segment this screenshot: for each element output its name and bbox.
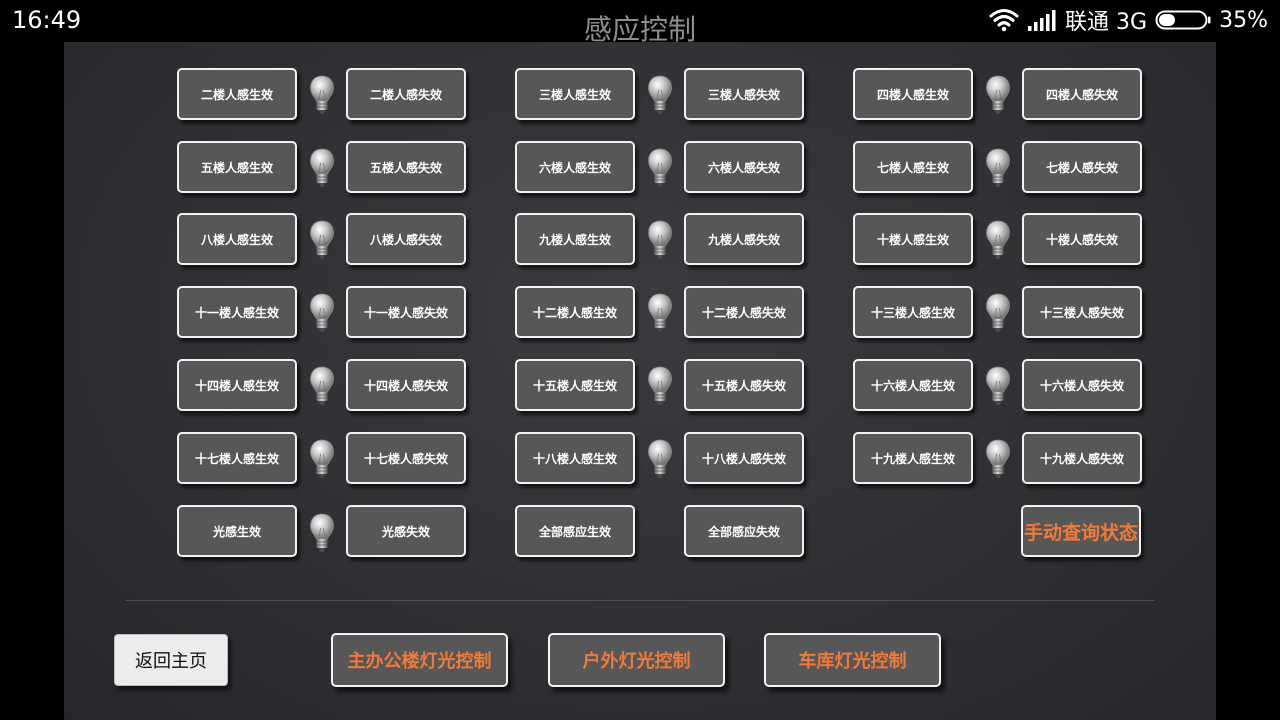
light-bulb-icon	[309, 438, 335, 480]
light-bulb-icon	[985, 219, 1011, 261]
light-bulb-icon	[647, 365, 673, 407]
light-bulb-icon	[647, 219, 673, 261]
battery-percent: 35%	[1219, 7, 1268, 33]
wifi-icon	[989, 8, 1019, 32]
floor-sensor-off-button[interactable]: 十八楼人感失效	[684, 432, 804, 484]
light-bulb-icon	[647, 147, 673, 189]
floor-sensor-on-button[interactable]: 十五楼人感生效	[515, 359, 635, 411]
floor-sensor-off-button[interactable]: 八楼人感失效	[346, 213, 466, 265]
floor-sensor-on-button[interactable]: 六楼人感生效	[515, 141, 635, 193]
signal-icon	[1027, 9, 1057, 31]
floor-sensor-on-button[interactable]: 十一楼人感生效	[177, 286, 297, 338]
return-home-button[interactable]: 返回主页	[114, 634, 228, 686]
light-bulb-icon	[309, 365, 335, 407]
status-icons: 联通 3G 35%	[989, 6, 1268, 35]
floor-sensor-on-button[interactable]: 十八楼人感生效	[515, 432, 635, 484]
main-building-lighting-button[interactable]: 主办公楼灯光控制	[331, 633, 508, 687]
floor-sensor-off-button[interactable]: 十四楼人感失效	[346, 359, 466, 411]
floor-sensor-off-button[interactable]: 九楼人感失效	[684, 213, 804, 265]
light-bulb-icon	[985, 438, 1011, 480]
floor-sensor-off-button[interactable]: 五楼人感失效	[346, 141, 466, 193]
outdoor-lighting-button[interactable]: 户外灯光控制	[548, 633, 725, 687]
sensor-control-panel: 二楼人感生效 二楼人感失效 三楼人感生效 三楼人感失效 四楼人感生效 四楼人感失效五楼人感…	[64, 42, 1216, 720]
carrier-label: 联通 3G	[1065, 10, 1148, 35]
floor-sensor-off-button[interactable]: 七楼人感失效	[1022, 141, 1142, 193]
floor-sensor-on-button[interactable]: 七楼人感生效	[853, 141, 973, 193]
battery-icon	[1155, 9, 1211, 31]
light-bulb-icon	[309, 512, 335, 554]
floor-sensor-off-button[interactable]: 二楼人感失效	[346, 68, 466, 120]
floor-sensor-on-button[interactable]: 十二楼人感生效	[515, 286, 635, 338]
garage-lighting-button[interactable]: 车库灯光控制	[764, 633, 941, 687]
floor-sensor-on-button[interactable]: 四楼人感生效	[853, 68, 973, 120]
light-bulb-icon	[309, 219, 335, 261]
all-sensors-off-button[interactable]: 全部感应失效	[684, 505, 804, 557]
floor-sensor-off-button[interactable]: 十五楼人感失效	[684, 359, 804, 411]
floor-sensor-off-button[interactable]: 十七楼人感失效	[346, 432, 466, 484]
floor-sensor-on-button[interactable]: 十九楼人感生效	[853, 432, 973, 484]
floor-sensor-off-button[interactable]: 十三楼人感失效	[1022, 286, 1142, 338]
floor-sensor-on-button[interactable]: 十七楼人感生效	[177, 432, 297, 484]
light-bulb-icon	[985, 292, 1011, 334]
floor-sensor-off-button[interactable]: 四楼人感失效	[1022, 68, 1142, 120]
floor-sensor-off-button[interactable]: 三楼人感失效	[684, 68, 804, 120]
floor-sensor-on-button[interactable]: 十六楼人感生效	[853, 359, 973, 411]
light-sensor-on-button[interactable]: 光感生效	[177, 505, 297, 557]
light-bulb-icon	[309, 74, 335, 116]
floor-sensor-on-button[interactable]: 二楼人感生效	[177, 68, 297, 120]
floor-sensor-on-button[interactable]: 十楼人感生效	[853, 213, 973, 265]
divider	[126, 600, 1154, 601]
floor-sensor-off-button[interactable]: 十九楼人感失效	[1022, 432, 1142, 484]
light-bulb-icon	[647, 292, 673, 334]
floor-sensor-on-button[interactable]: 八楼人感生效	[177, 213, 297, 265]
floor-sensor-off-button[interactable]: 十六楼人感失效	[1022, 359, 1142, 411]
floor-sensor-off-button[interactable]: 十楼人感失效	[1022, 213, 1142, 265]
status-bar: 16:49 感应控制 联通 3G 35%	[0, 0, 1280, 46]
all-sensors-on-button[interactable]: 全部感应生效	[515, 505, 635, 557]
light-bulb-icon	[985, 147, 1011, 189]
light-bulb-icon	[647, 74, 673, 116]
floor-sensor-off-button[interactable]: 十一楼人感失效	[346, 286, 466, 338]
floor-sensor-on-button[interactable]: 十三楼人感生效	[853, 286, 973, 338]
light-bulb-icon	[309, 292, 335, 334]
floor-sensor-off-button[interactable]: 六楼人感失效	[684, 141, 804, 193]
floor-sensor-off-button[interactable]: 十二楼人感失效	[684, 286, 804, 338]
floor-sensor-on-button[interactable]: 十四楼人感生效	[177, 359, 297, 411]
light-bulb-icon	[985, 365, 1011, 407]
floor-sensor-on-button[interactable]: 五楼人感生效	[177, 141, 297, 193]
light-bulb-icon	[647, 438, 673, 480]
light-bulb-icon	[309, 147, 335, 189]
light-bulb-icon	[985, 74, 1011, 116]
floor-sensor-on-button[interactable]: 三楼人感生效	[515, 68, 635, 120]
light-sensor-off-button[interactable]: 光感失效	[346, 505, 466, 557]
floor-sensor-on-button[interactable]: 九楼人感生效	[515, 213, 635, 265]
manual-query-status-button[interactable]: 手动查询状态	[1021, 505, 1141, 557]
